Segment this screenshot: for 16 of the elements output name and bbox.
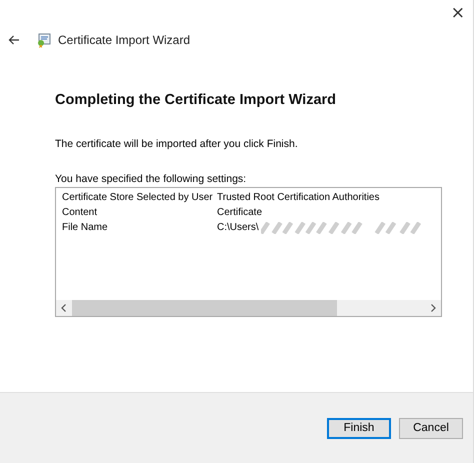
window-title: Certificate Import Wizard xyxy=(58,33,190,47)
setting-name: Certificate Store Selected by User xyxy=(62,192,214,203)
scrollbar-thumb[interactable] xyxy=(72,300,337,316)
certificate-icon xyxy=(36,32,52,48)
setting-value: Certificate xyxy=(217,207,262,218)
settings-label: You have specified the following settings: xyxy=(55,173,248,185)
setting-name: Content xyxy=(62,207,98,218)
close-button[interactable]: × xyxy=(442,0,473,26)
setting-value: Trusted Root Certification Authorities xyxy=(217,192,380,203)
dialog-button[interactable]: Cancel xyxy=(399,418,463,438)
page-heading: Completing the Certificate Import Wizard xyxy=(55,92,338,108)
setting-name: File Name xyxy=(62,222,109,233)
message-text: The certificate will be imported after you click Finish. xyxy=(55,138,299,150)
setting-value: C:\Users\ xyxy=(217,222,259,233)
dialog-button[interactable]: Finish xyxy=(327,418,391,438)
back-arrow-icon[interactable] xyxy=(8,35,20,45)
